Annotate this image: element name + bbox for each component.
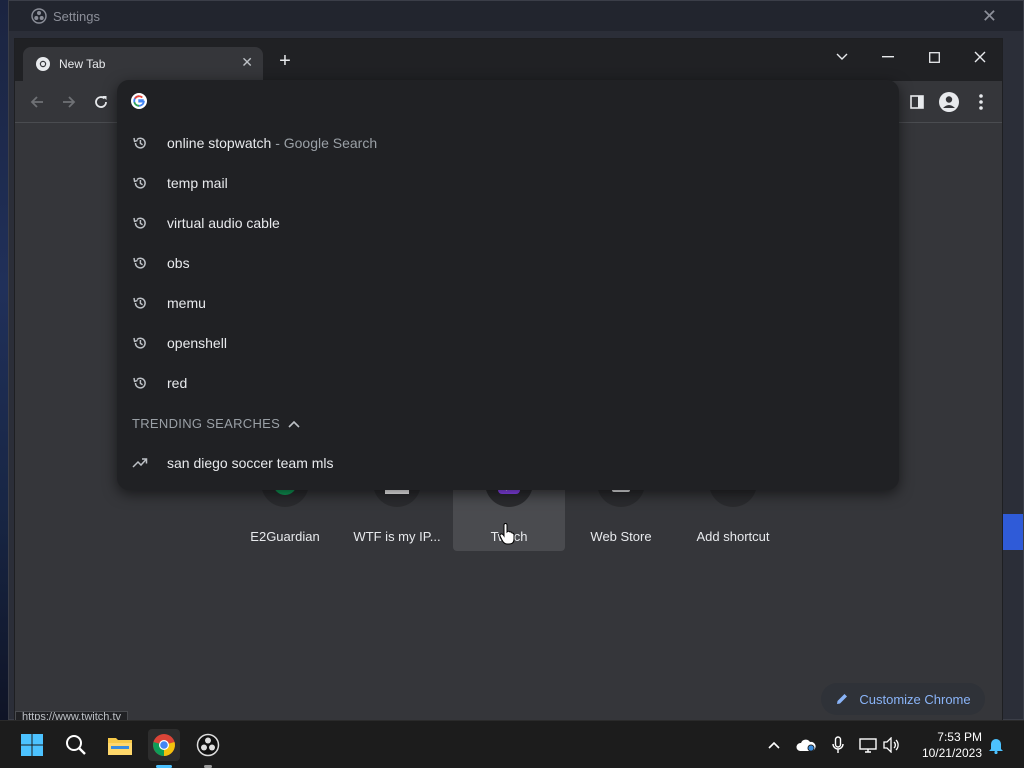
chrome-taskbar-button[interactable] — [148, 729, 180, 761]
file-explorer-button[interactable] — [104, 729, 136, 761]
obs-taskbar-button[interactable] — [192, 729, 224, 761]
close-window-button[interactable] — [957, 43, 1003, 71]
history-icon — [133, 137, 146, 149]
cloud-icon — [796, 739, 816, 752]
bell-icon — [989, 739, 1003, 754]
show-hidden-icons-button[interactable] — [764, 735, 784, 755]
side-panel-icon[interactable] — [905, 90, 929, 114]
customize-chrome-label: Customize Chrome — [859, 691, 971, 707]
suggestion-text: openshell — [167, 335, 227, 351]
omnibox-dropdown: online stopwatch - Google Search temp ma… — [117, 80, 899, 490]
suggestion-item[interactable]: temp mail — [117, 163, 899, 203]
start-button[interactable] — [16, 729, 48, 761]
forward-button[interactable] — [57, 90, 81, 114]
tab-search-icon[interactable] — [819, 43, 865, 71]
suggestion-item[interactable]: memu — [117, 283, 899, 323]
suggestion-text: temp mail — [167, 175, 228, 191]
chevron-up-icon[interactable] — [288, 420, 300, 428]
tab-title: New Tab — [59, 57, 106, 71]
tab-close-icon[interactable]: ✕ — [241, 54, 253, 71]
tab-strip: New Tab ✕ + — [15, 39, 1002, 81]
monitor-network-icon — [859, 738, 877, 753]
chrome-icon — [153, 734, 175, 756]
back-button[interactable] — [25, 90, 49, 114]
trending-text: san diego soccer team mls — [167, 455, 334, 471]
obs-titlebar: Settings — [9, 1, 1023, 31]
microphone-icon — [832, 736, 844, 753]
volume-tray-icon[interactable] — [882, 735, 902, 755]
maximize-button[interactable] — [911, 43, 957, 71]
obs-side-panel — [1003, 481, 1023, 661]
history-icon — [133, 257, 146, 269]
shortcut-label: E2Guardian — [250, 529, 320, 544]
suggestion-text: online stopwatch - Google Search — [167, 135, 378, 151]
clock-time: 7:53 PM — [937, 730, 982, 744]
chrome-favicon-icon — [36, 57, 50, 71]
microphone-tray-icon[interactable] — [828, 735, 848, 755]
suggestion-text: memu — [167, 295, 206, 311]
windows-logo-icon — [21, 734, 43, 756]
minimize-button[interactable] — [865, 43, 911, 71]
trending-item[interactable]: san diego soccer team mls — [117, 443, 899, 483]
onedrive-tray-icon[interactable] — [796, 735, 816, 755]
google-g-icon — [131, 93, 147, 109]
history-icon — [133, 217, 146, 229]
network-tray-icon[interactable] — [858, 735, 878, 755]
suggestion-text: red — [167, 375, 188, 391]
suggestion-item[interactable]: red — [117, 363, 899, 403]
history-icon — [133, 337, 146, 349]
hand-cursor-icon — [499, 523, 515, 545]
speaker-icon — [883, 737, 899, 753]
obs-window-title: Settings — [53, 8, 100, 24]
search-icon — [66, 735, 86, 755]
trending-searches-label: TRENDING SEARCHES — [132, 416, 281, 431]
profile-icon[interactable] — [937, 90, 961, 114]
folder-icon — [108, 738, 132, 755]
suggestion-item[interactable]: obs — [117, 243, 899, 283]
taskbar-clock[interactable]: 7:53 PM 10/21/2023 — [912, 729, 982, 761]
suggestion-text: virtual audio cable — [167, 215, 280, 231]
omnibox-input[interactable] — [131, 92, 155, 110]
history-icon — [133, 177, 146, 189]
shortcut-label: Web Store — [590, 529, 652, 544]
search-button[interactable] — [60, 729, 92, 761]
clock-date: 10/21/2023 — [921, 746, 982, 760]
pencil-icon — [837, 694, 848, 704]
trending-icon — [132, 458, 148, 468]
obs-selected-item[interactable] — [1003, 514, 1023, 550]
shortcut-label: Add shortcut — [696, 529, 770, 544]
notifications-button[interactable] — [986, 735, 1006, 755]
suggestion-item[interactable]: virtual audio cable — [117, 203, 899, 243]
windows-taskbar: 7:53 PM 10/21/2023 — [0, 720, 1024, 768]
customize-chrome-button[interactable]: Customize Chrome — [821, 683, 985, 715]
history-icon — [133, 297, 146, 309]
suggestion-text: obs — [167, 255, 190, 271]
suggestion-description: - Google Search — [275, 135, 378, 151]
new-tab-button[interactable]: + — [273, 49, 297, 73]
suggestion-item[interactable]: online stopwatch - Google Search — [117, 123, 899, 163]
suggestion-item[interactable]: openshell — [117, 323, 899, 363]
obs-close-icon[interactable]: ✕ — [982, 6, 997, 27]
trending-searches-header[interactable]: TRENDING SEARCHES — [132, 416, 300, 431]
history-icon — [133, 377, 146, 389]
shortcut-label: WTF is my IP... — [353, 529, 441, 544]
reload-button[interactable] — [89, 90, 113, 114]
obs-logo-icon — [196, 733, 220, 757]
chrome-menu-icon[interactable] — [969, 90, 993, 114]
tab-new-tab[interactable]: New Tab ✕ — [23, 47, 263, 81]
obs-logo-icon — [31, 8, 47, 24]
chevron-up-icon — [768, 741, 780, 749]
